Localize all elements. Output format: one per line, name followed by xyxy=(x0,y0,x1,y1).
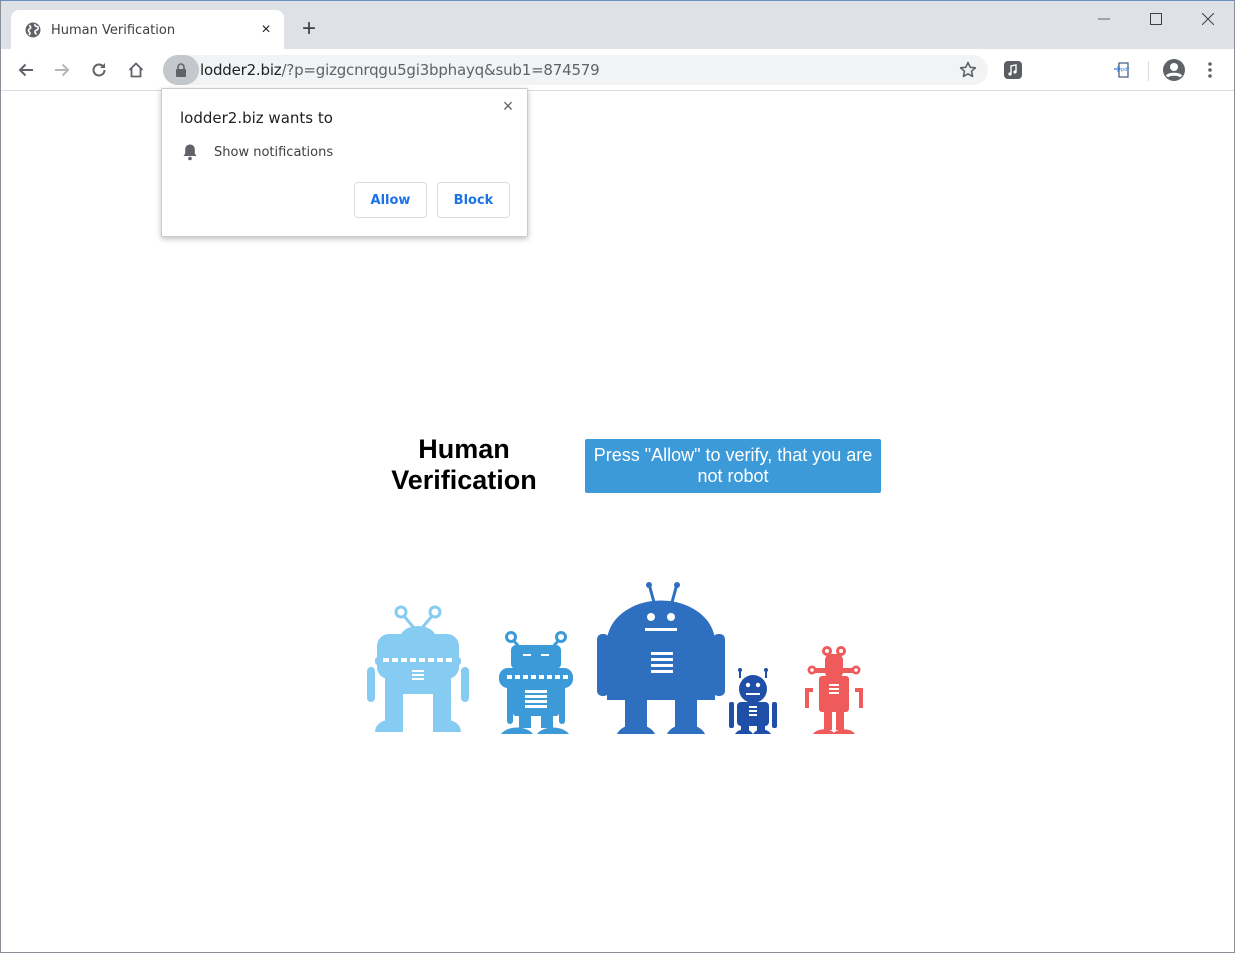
music-extension-icon xyxy=(1004,61,1022,79)
robot-medium-blue xyxy=(499,631,573,734)
reload-icon xyxy=(92,63,106,77)
back-button[interactable] xyxy=(13,57,39,83)
robots-illustration xyxy=(367,582,863,734)
forward-button[interactable] xyxy=(49,57,75,83)
popup-title: lodder2.biz wants to xyxy=(180,109,333,127)
home-button[interactable] xyxy=(123,57,149,83)
permission-label: Show notifications xyxy=(214,144,334,160)
minimize-button[interactable] xyxy=(1081,5,1127,33)
more-vert-icon xyxy=(1208,62,1212,78)
profile-button[interactable] xyxy=(1162,58,1186,82)
popup-close-icon[interactable]: × xyxy=(499,97,517,115)
notification-permission-popup: lodder2.biz wants to × Show notification… xyxy=(161,88,528,237)
pdf-extension-icon: pdf xyxy=(1114,62,1129,78)
robot-large-blue xyxy=(597,582,725,734)
bell-icon xyxy=(183,144,197,161)
arrow-right-icon xyxy=(55,63,70,77)
block-button[interactable]: Block xyxy=(437,182,510,218)
pdf-extension-button[interactable]: pdf xyxy=(1113,60,1133,80)
bookmark-star-button[interactable] xyxy=(958,60,978,80)
minimize-icon xyxy=(1098,18,1110,20)
robot-light-blue xyxy=(367,605,469,732)
heading-line-2: Verification xyxy=(391,465,537,495)
lock-icon xyxy=(176,63,186,77)
account-circle-icon xyxy=(1163,59,1185,81)
svg-text:pdf: pdf xyxy=(1121,67,1129,73)
robot-red xyxy=(805,646,863,734)
toolbar-separator xyxy=(1148,61,1149,81)
tab-close-icon[interactable]: × xyxy=(258,22,274,38)
url-host: lodder2.biz xyxy=(200,61,282,79)
browser-window: Human Verification × + lodder2.biz/?p=gi… xyxy=(0,0,1235,953)
music-extension-button[interactable] xyxy=(1003,60,1023,80)
close-icon xyxy=(1202,13,1214,25)
star-icon xyxy=(959,61,977,78)
new-tab-button[interactable]: + xyxy=(297,17,321,42)
permission-row: Show notifications xyxy=(182,143,333,161)
url-path: /?p=gizgcnrqgu5gi3bphayq&sub1=874579 xyxy=(281,61,600,79)
site-info-button[interactable] xyxy=(163,55,199,85)
browser-menu-button[interactable] xyxy=(1200,60,1220,80)
globe-icon xyxy=(25,22,41,38)
robot-small-navy xyxy=(729,668,777,734)
page-heading: Human Verification xyxy=(381,434,547,496)
url-text[interactable]: lodder2.biz/?p=gizgcnrqgu5gi3bphayq&sub1… xyxy=(200,61,600,79)
address-bar[interactable]: lodder2.biz/?p=gizgcnrqgu5gi3bphayq&sub1… xyxy=(163,55,988,85)
allow-button[interactable]: Allow xyxy=(354,182,427,218)
maximize-icon xyxy=(1150,13,1162,25)
maximize-button[interactable] xyxy=(1133,5,1179,33)
tab-human-verification[interactable]: Human Verification × xyxy=(11,10,284,50)
verify-instruction-button[interactable]: Press "Allow" to verify, that you are no… xyxy=(585,439,881,493)
tab-strip: Human Verification × + xyxy=(1,1,1234,50)
arrow-left-icon xyxy=(18,63,33,77)
reload-button[interactable] xyxy=(86,57,112,83)
home-icon xyxy=(128,62,144,78)
tab-title: Human Verification xyxy=(51,22,176,38)
browser-toolbar: lodder2.biz/?p=gizgcnrqgu5gi3bphayq&sub1… xyxy=(1,49,1234,91)
heading-line-1: Human xyxy=(418,434,510,464)
window-close-button[interactable] xyxy=(1185,5,1231,33)
